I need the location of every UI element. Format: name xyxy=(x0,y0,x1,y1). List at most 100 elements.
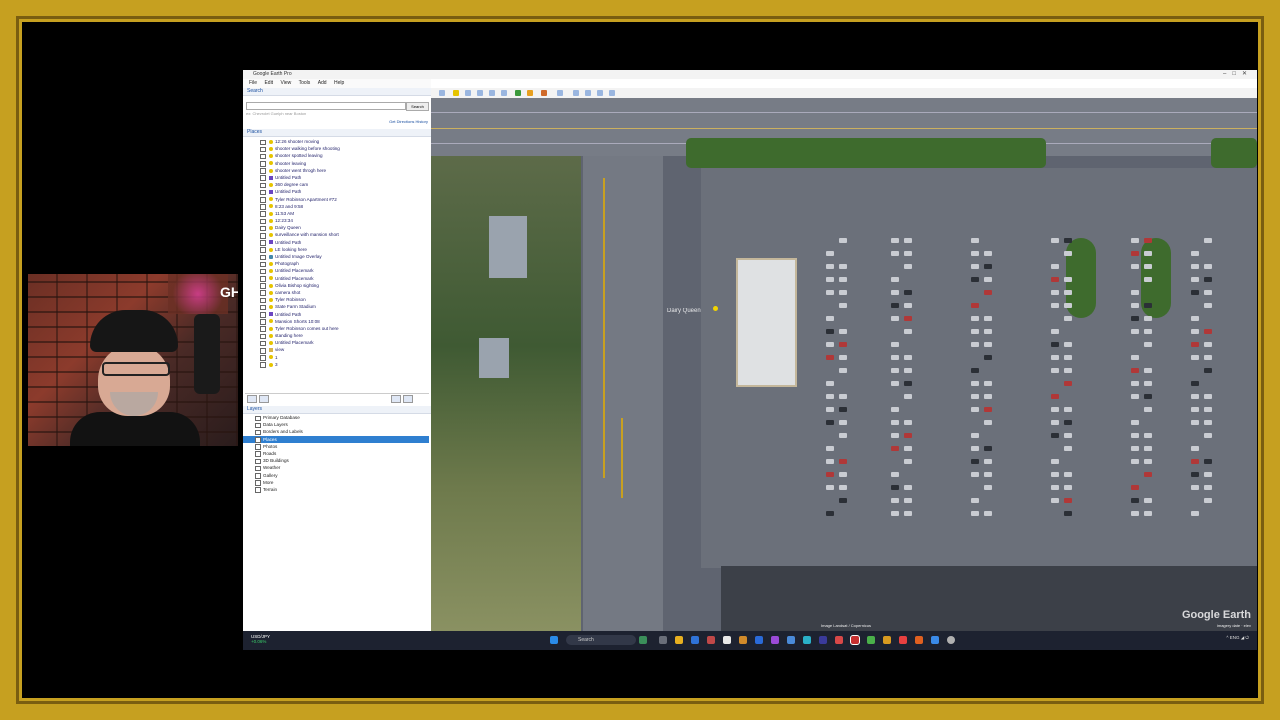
layer-item[interactable]: Data Layers xyxy=(243,421,429,429)
places-item[interactable]: Tyler Robinson xyxy=(243,296,429,304)
widget-icon[interactable] xyxy=(639,636,647,644)
system-tray[interactable]: ^ ENG ◢ ⏻ xyxy=(1226,635,1249,641)
places-item[interactable]: Untitled Path xyxy=(243,174,429,182)
planets-icon[interactable] xyxy=(541,90,547,96)
app-icon[interactable] xyxy=(883,636,891,644)
windows-start-icon[interactable] xyxy=(550,636,558,644)
app-icon[interactable] xyxy=(771,636,779,644)
taskbar-search[interactable]: Search xyxy=(566,635,636,645)
up-arrow-button[interactable] xyxy=(391,395,401,403)
hide-sidebar-icon[interactable] xyxy=(439,90,445,96)
add-path-icon[interactable] xyxy=(477,90,483,96)
places-item[interactable]: Untitled Placemark xyxy=(243,267,429,275)
places-item[interactable]: view xyxy=(243,346,429,354)
history-link[interactable]: History xyxy=(416,119,428,124)
layers-header[interactable]: Layers xyxy=(243,406,435,414)
placemark-pin-icon[interactable] xyxy=(713,306,718,311)
print-icon[interactable] xyxy=(585,90,591,96)
menu-view[interactable]: View xyxy=(280,80,291,86)
places-item[interactable]: Untitled Path xyxy=(243,188,429,196)
places-header[interactable]: Places xyxy=(243,129,435,137)
chrome-icon[interactable] xyxy=(867,636,875,644)
down-arrow-button[interactable] xyxy=(403,395,413,403)
sunlight-icon[interactable] xyxy=(527,90,533,96)
add-polygon-icon[interactable] xyxy=(465,90,471,96)
app-icon[interactable] xyxy=(707,636,715,644)
places-item[interactable]: Tyler Robinson Apartment #72 xyxy=(243,196,429,203)
search-header[interactable]: Search xyxy=(243,88,431,96)
places-item[interactable]: shooter spotted leaving xyxy=(243,152,429,160)
get-directions-link[interactable]: Get Directions xyxy=(389,119,414,124)
places-item[interactable]: 1 xyxy=(243,354,429,361)
layer-item[interactable]: Primary Database xyxy=(243,414,429,422)
search-button[interactable]: Search xyxy=(406,102,429,111)
places-item[interactable]: Tyler Robinson comes out here xyxy=(243,325,429,332)
places-item[interactable]: shooter leaving xyxy=(243,160,429,167)
menu-add[interactable]: Add xyxy=(318,80,327,86)
places-item[interactable]: 3 xyxy=(243,361,429,368)
app-icon[interactable] xyxy=(723,636,731,644)
places-item[interactable]: 8:23 and 9:58 xyxy=(243,203,429,210)
layer-item[interactable]: Gallery xyxy=(243,472,429,479)
places-tree[interactable]: 12:26 shooter moving shooter walking befo… xyxy=(243,138,429,389)
places-item[interactable]: camera shot xyxy=(243,289,429,297)
layer-item[interactable]: More xyxy=(243,479,429,486)
layer-item[interactable]: Weather xyxy=(243,464,429,472)
places-item[interactable]: Dairy Queen xyxy=(243,224,429,232)
places-item[interactable]: shooter walking before shooting xyxy=(243,145,429,153)
layer-item[interactable]: Photos xyxy=(243,443,429,450)
app-icon[interactable] xyxy=(931,636,939,644)
image-overlay-icon[interactable] xyxy=(489,90,495,96)
places-item[interactable]: Photograph xyxy=(243,260,429,268)
places-item[interactable]: Olivia Bishop sighting xyxy=(243,282,429,289)
places-item[interactable]: State Farm Stadium xyxy=(243,303,429,311)
layer-item[interactable]: Places xyxy=(243,435,429,443)
places-item[interactable]: LE looking here xyxy=(243,246,429,253)
visibility-checkbox[interactable] xyxy=(260,362,266,368)
places-item[interactable]: standing here xyxy=(243,332,429,340)
app-icon[interactable] xyxy=(819,636,827,644)
email-icon[interactable] xyxy=(573,90,579,96)
app-icon[interactable] xyxy=(915,636,923,644)
app-icon[interactable] xyxy=(899,636,907,644)
ruler-icon[interactable] xyxy=(557,90,563,96)
app-icon[interactable] xyxy=(835,636,843,644)
places-item[interactable]: Untitled Path xyxy=(243,311,429,318)
places-item[interactable]: 11:53 AM xyxy=(243,210,429,217)
places-item[interactable]: Untitled Path xyxy=(243,239,429,246)
places-item[interactable]: 12:26 shooter moving xyxy=(243,138,429,146)
places-item[interactable]: shooter went throgh here xyxy=(243,167,429,174)
menu-edit[interactable]: Edit xyxy=(264,80,273,86)
historical-imagery-icon[interactable] xyxy=(515,90,521,96)
places-item[interactable]: surveillance with mansion short xyxy=(243,231,429,239)
save-image-icon[interactable] xyxy=(597,90,603,96)
record-tour-icon[interactable] xyxy=(501,90,507,96)
places-item[interactable]: 360 degree cam xyxy=(243,181,429,189)
task-view-icon[interactable] xyxy=(659,636,667,644)
app-icon[interactable] xyxy=(755,636,763,644)
google-maps-icon[interactable] xyxy=(609,90,615,96)
menu-tools[interactable]: Tools xyxy=(299,80,311,86)
search-places-button[interactable] xyxy=(247,395,257,403)
search-input[interactable] xyxy=(246,102,406,110)
places-item[interactable]: Untitled Image Overlay xyxy=(243,253,429,261)
app-icon[interactable] xyxy=(947,636,955,644)
app-icon[interactable] xyxy=(739,636,747,644)
layer-item[interactable]: Terrain xyxy=(243,486,429,493)
places-item[interactable]: Untitled Placemark xyxy=(243,339,429,347)
app-icon[interactable] xyxy=(787,636,795,644)
app-icon[interactable] xyxy=(803,636,811,644)
places-item[interactable]: 12:23:34 xyxy=(243,217,429,225)
map-place-label[interactable]: Dairy Queen xyxy=(667,308,701,314)
layers-tree[interactable]: Primary Database Data Layers Borders and L… xyxy=(243,414,429,493)
window-controls[interactable]: –□✕ xyxy=(1223,70,1253,79)
file-explorer-icon[interactable] xyxy=(675,636,683,644)
add-placemark-icon[interactable] xyxy=(453,90,459,96)
menu-file[interactable]: File xyxy=(249,80,257,86)
layer-item[interactable]: Roads xyxy=(243,450,429,458)
stock-ticker[interactable]: USD/JPY +0.06% xyxy=(251,634,270,644)
layer-item[interactable]: Borders and Labels xyxy=(243,428,429,436)
menu-help[interactable]: Help xyxy=(334,80,344,86)
layer-item[interactable]: 3D Buildings xyxy=(243,457,429,465)
places-item[interactable]: Mansion Shorts 10:08 xyxy=(243,318,429,325)
